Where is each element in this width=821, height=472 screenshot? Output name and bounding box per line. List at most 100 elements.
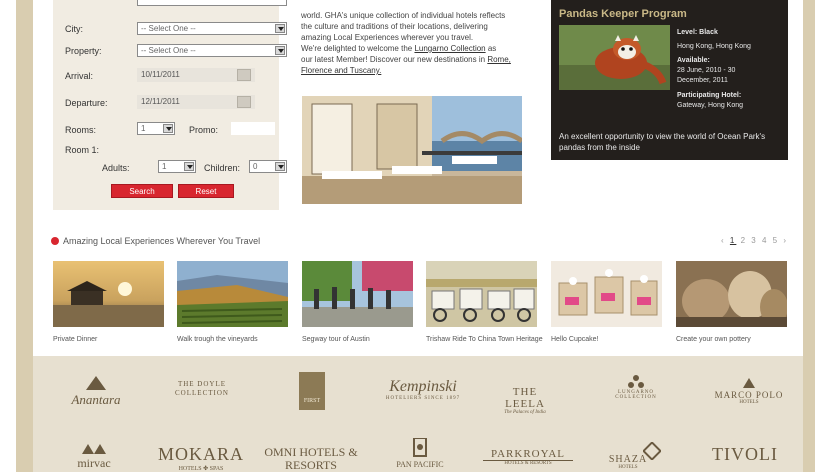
pandas-keeper-panel: Pandas Keeper Program Level: Black Hong … xyxy=(551,0,788,160)
children-select[interactable]: 0 xyxy=(249,160,287,173)
intro-line: Florence and Tuscany. xyxy=(301,65,533,76)
intro-line: amazing Local Experiences wherever you t… xyxy=(301,33,474,42)
property-select[interactable]: -- Select One -- xyxy=(137,44,287,57)
reset-button[interactable]: Reset xyxy=(178,184,234,198)
left-border xyxy=(0,0,33,472)
bullet-icon xyxy=(51,237,59,245)
brand-logo-lungarno[interactable]: LUNGARNO COLLECTION xyxy=(606,374,666,400)
pager-page[interactable]: 5 xyxy=(773,236,779,245)
experience-caption[interactable]: Create your own pottery xyxy=(676,335,791,345)
brand-name: PARKROYAL xyxy=(483,448,573,461)
intro-text-fragment: our latest Member! Discover our new dest… xyxy=(301,55,488,64)
intro-text-fragment: We're delighted to welcome the xyxy=(301,44,415,53)
chevron-down-icon[interactable] xyxy=(275,162,285,171)
brand-name: THE DOYLE COLLECTION xyxy=(175,380,229,397)
rooms-select[interactable]: 1 xyxy=(137,122,175,135)
experience-caption[interactable]: Hello Cupcake! xyxy=(551,335,666,345)
rooms-select-value: 1 xyxy=(141,124,146,133)
florence-tuscany-link[interactable]: Florence and Tuscany. xyxy=(301,66,381,75)
country-select[interactable] xyxy=(137,0,287,6)
brand-name: OMNI HOTELS & RESORTS xyxy=(264,445,358,472)
intro-line: We're delighted to welcome the Lungarno … xyxy=(301,43,533,54)
arrival-label: Arrival: xyxy=(65,71,94,81)
intro-line: world. GHA's unique collection of indivi… xyxy=(301,11,506,20)
brand-name: Anantara xyxy=(71,392,121,407)
chevron-down-icon[interactable] xyxy=(163,124,173,133)
brand-logo-tivoli[interactable]: TIVOLI xyxy=(705,444,785,465)
promo-input[interactable] xyxy=(231,122,275,135)
children-select-value: 0 xyxy=(253,162,258,171)
red-panda-photo[interactable] xyxy=(559,25,670,90)
property-label: Property: xyxy=(65,46,102,56)
brand-logo-pan-pacific[interactable]: PAN PACIFIC xyxy=(389,437,451,469)
brand-logo-shaza[interactable]: SHAZA HOTELS xyxy=(593,442,663,470)
brand-name: MOKARA xyxy=(157,444,244,464)
brand-logo-doyle[interactable]: THE DOYLE COLLECTION xyxy=(161,380,243,398)
experience-thumb-cupcake[interactable] xyxy=(551,261,662,327)
brand-sub: The Palaces of India xyxy=(504,410,546,415)
experience-thumb-segway[interactable] xyxy=(302,261,413,327)
pager-prev[interactable]: ‹ xyxy=(721,236,726,245)
calendar-icon[interactable] xyxy=(237,69,251,81)
mirvac-emblem-icon xyxy=(82,444,106,454)
pager-page[interactable]: 2 xyxy=(741,236,747,245)
adults-select[interactable]: 1 xyxy=(158,160,196,173)
brand-logo-mirvac[interactable]: mirvac xyxy=(61,442,127,471)
brand-logo-anantara[interactable]: Anantara xyxy=(51,376,141,408)
search-button[interactable]: Search xyxy=(111,184,173,198)
location-text: Hong Kong, Hong Kong xyxy=(677,43,751,50)
pager-page[interactable]: 3 xyxy=(751,236,757,245)
brand-logo-omni[interactable]: OMNI HOTELS & RESORTS xyxy=(263,446,359,472)
experience-caption[interactable]: Walk trough the vineyards xyxy=(177,335,292,345)
calendar-icon[interactable] xyxy=(237,96,251,108)
rome-link[interactable]: Rome, xyxy=(487,55,511,64)
brand-name: LUNGARNO COLLECTION xyxy=(615,390,657,400)
departure-label: Departure: xyxy=(65,98,108,108)
experiences-title: Amazing Local Experiences Wherever You T… xyxy=(63,236,261,246)
brand-logo-leela[interactable]: THE LEELA The Palaces of India xyxy=(493,376,557,415)
promo-label: Promo: xyxy=(189,125,219,135)
brand-logo-first[interactable]: FIRST xyxy=(299,372,325,410)
brand-logo-kempinski[interactable]: Kempinski HOTELIERS SINCE 1897 xyxy=(373,378,473,401)
lungarno-link[interactable]: Lungarno Collection xyxy=(414,44,485,53)
restaurant-terrace-photo[interactable] xyxy=(302,96,522,204)
experience-thumb-private-dinner[interactable] xyxy=(53,261,164,327)
intro-line: the culture and traditions of their loca… xyxy=(301,22,488,31)
brands-strip: Anantara THE DOYLE COLLECTION FIRST Kemp… xyxy=(33,356,803,472)
intro-text: world. GHA's unique collection of indivi… xyxy=(301,10,533,76)
brand-logo-parkroyal[interactable]: PARKROYAL HOTELS & RESORTS xyxy=(483,448,573,466)
experience-caption[interactable]: Trishaw Ride To China Town Heritage xyxy=(426,335,544,345)
chevron-down-icon[interactable] xyxy=(275,46,285,55)
intro-text-fragment: as xyxy=(485,44,497,53)
brand-name: MARCO POLO xyxy=(714,390,784,400)
experience-caption[interactable]: Private Dinner xyxy=(53,335,168,345)
anantara-emblem-icon xyxy=(86,376,106,390)
brand-name: Kempinski xyxy=(389,378,457,395)
room1-label: Room 1: xyxy=(65,145,100,155)
pager-next[interactable]: › xyxy=(783,236,788,245)
experience-thumb-trishaw[interactable] xyxy=(426,261,537,327)
brand-name: THE LEELA xyxy=(505,386,545,410)
hotel-value: Gateway, Hong Kong xyxy=(677,102,744,109)
pandas-title[interactable]: Pandas Keeper Program xyxy=(559,8,687,20)
pager-page[interactable]: 4 xyxy=(762,236,768,245)
pan-pacific-emblem-icon xyxy=(413,437,427,457)
hotel-label: Participating Hotel: xyxy=(677,92,742,99)
marco-polo-emblem-icon xyxy=(743,378,755,388)
available-label: Available: xyxy=(677,57,710,64)
chevron-down-icon[interactable] xyxy=(184,162,194,171)
experience-caption[interactable]: Segway tour of Austin xyxy=(302,335,417,345)
experience-thumb-vineyards[interactable] xyxy=(177,261,288,327)
brand-name: TIVOLI xyxy=(712,444,778,464)
brand-logo-marco-polo[interactable]: MARCO POLO HOTELS xyxy=(713,376,785,405)
chevron-down-icon[interactable] xyxy=(275,24,285,33)
city-select-value: -- Select One -- xyxy=(141,24,196,33)
booking-form: City: -- Select One -- Property: -- Sele… xyxy=(53,0,287,210)
brand-logo-mokara[interactable]: MOKARA HOTELS ✤ SPAS xyxy=(151,444,251,472)
level-text: Level: Black xyxy=(677,29,718,36)
pager-page[interactable]: 1 xyxy=(730,236,736,245)
city-select[interactable]: -- Select One -- xyxy=(137,22,287,35)
experience-thumb-pottery[interactable] xyxy=(676,261,787,327)
brand-sub: HOTELS xyxy=(739,400,759,405)
brand-sub: HOTELS ✤ SPAS xyxy=(178,466,224,472)
